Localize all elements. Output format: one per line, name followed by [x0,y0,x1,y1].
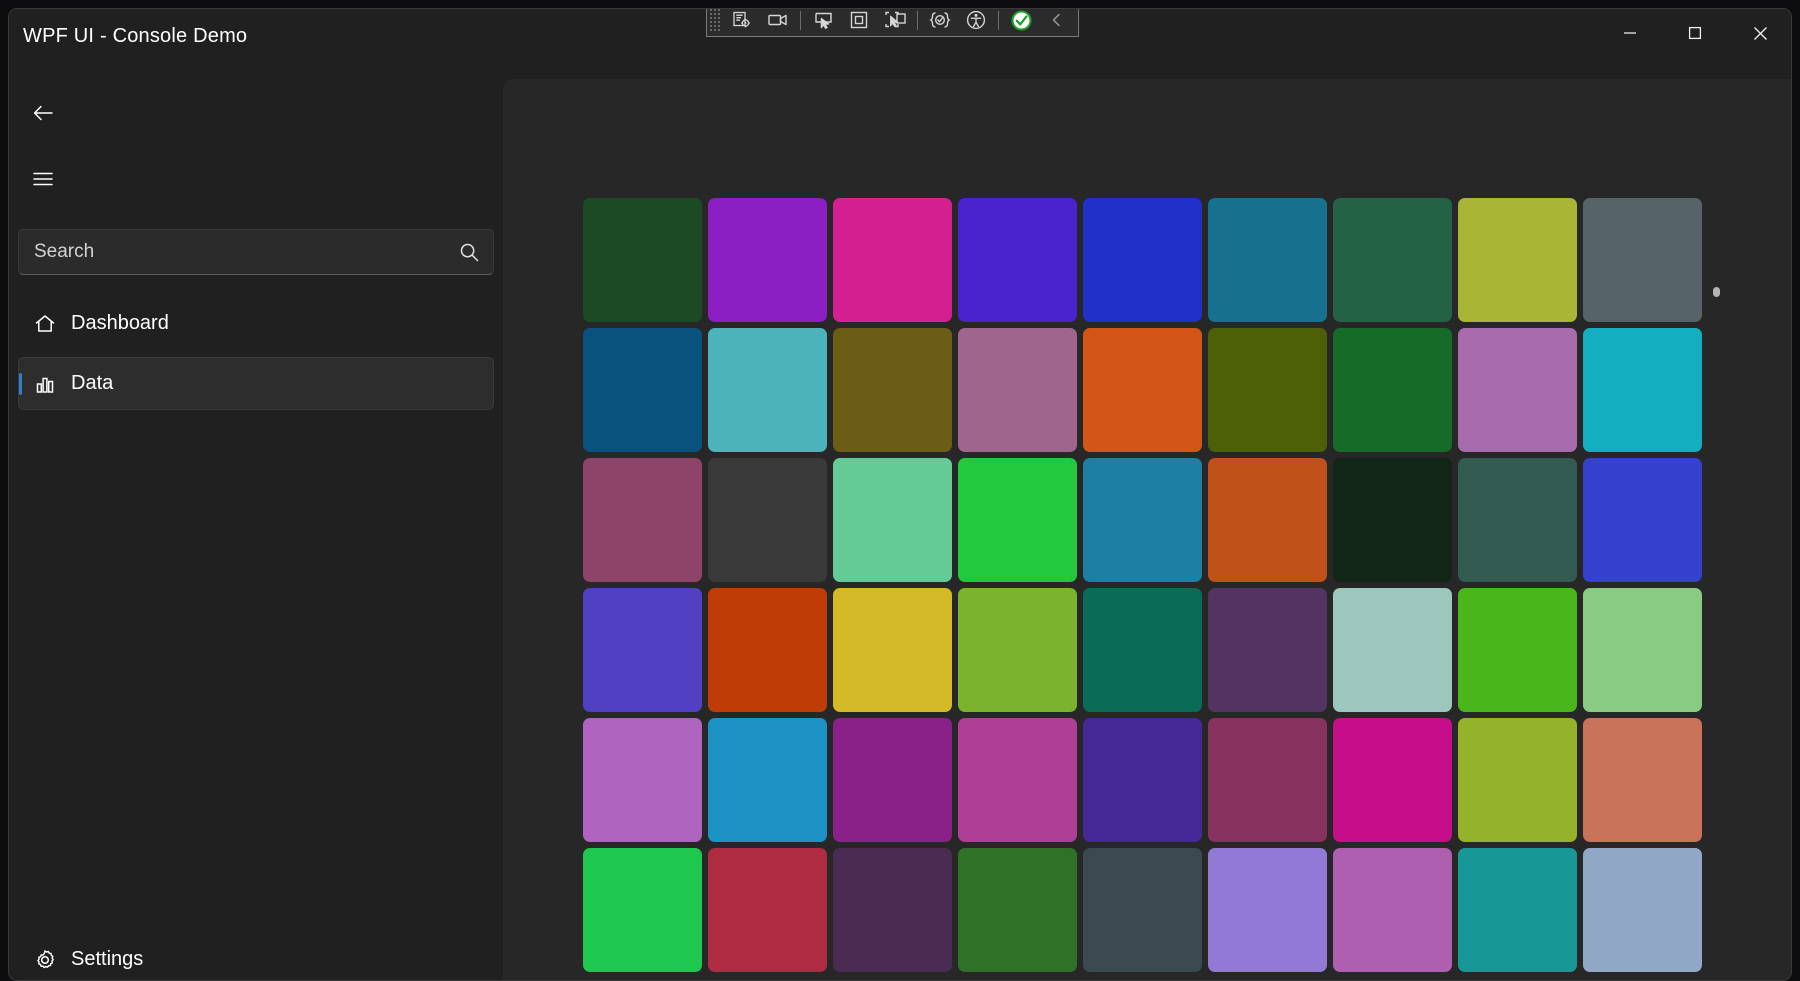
color-tile[interactable] [1208,328,1327,452]
toolbar-separator [800,10,801,30]
minimize-icon [1624,32,1636,34]
color-tile[interactable] [1333,718,1452,842]
maximize-icon [1688,26,1702,40]
color-tile[interactable] [1333,198,1452,322]
color-tile[interactable] [1083,588,1202,712]
color-tile[interactable] [1458,328,1577,452]
color-tile[interactable] [583,718,702,842]
color-tile[interactable] [708,848,827,972]
maximize-button[interactable] [1664,9,1726,57]
color-tile[interactable] [1083,198,1202,322]
color-tile[interactable] [708,458,827,582]
scroll-thumb[interactable] [1713,287,1720,297]
xaml-binding-failures-icon[interactable] [923,9,957,34]
color-tile[interactable] [1333,588,1452,712]
color-tile[interactable] [958,718,1077,842]
color-tile[interactable] [1458,588,1577,712]
color-tile[interactable] [583,458,702,582]
color-tile[interactable] [1208,718,1327,842]
color-tile[interactable] [1458,198,1577,322]
color-tile[interactable] [1458,848,1577,972]
color-tile[interactable] [1208,198,1327,322]
track-focused-element-icon[interactable] [878,9,912,34]
color-tile[interactable] [833,848,952,972]
color-tile[interactable] [1208,458,1327,582]
color-tile[interactable] [958,198,1077,322]
color-tile[interactable] [583,848,702,972]
color-tile[interactable] [833,588,952,712]
color-tile[interactable] [1333,328,1452,452]
home-icon [19,312,71,336]
sidebar-item-label: Settings [71,948,144,970]
color-tile[interactable] [708,588,827,712]
collapse-toolbar-icon[interactable] [1040,9,1074,34]
minimize-button[interactable] [1599,9,1661,57]
search-button[interactable] [445,230,493,274]
toolbar-separator [917,10,918,30]
search-box[interactable] [18,229,494,275]
toolbar-drag-handle[interactable] [709,9,721,32]
toolbar-separator [998,10,999,30]
color-tile[interactable] [1333,848,1452,972]
close-icon [1753,26,1767,40]
color-tile[interactable] [833,458,952,582]
color-tile[interactable] [708,328,827,452]
color-tile[interactable] [1458,458,1577,582]
color-tile[interactable] [1583,848,1702,972]
color-tile[interactable] [1333,458,1452,582]
sidebar-item-data[interactable]: Data [18,357,494,410]
record-icon[interactable] [761,9,795,34]
bar-chart-icon [19,372,71,396]
search-input[interactable] [19,241,445,263]
color-tile[interactable] [1083,848,1202,972]
sidebar-item-label: Dashboard [71,312,169,334]
color-tile[interactable] [958,588,1077,712]
selection-indicator [19,373,22,395]
gear-icon [19,948,71,972]
color-tile[interactable] [708,198,827,322]
status-ok-icon[interactable] [1004,9,1038,34]
color-tile[interactable] [833,328,952,452]
hamburger-icon [33,172,53,186]
sidebar-item-settings[interactable]: Settings [18,933,494,980]
hamburger-menu-button[interactable] [19,157,67,201]
go-to-live-visual-tree-icon[interactable] [725,9,759,34]
color-tile[interactable] [1083,458,1202,582]
color-tile[interactable] [958,848,1077,972]
color-tile[interactable] [1083,328,1202,452]
select-element-icon[interactable] [806,9,840,34]
color-tile[interactable] [1583,198,1702,322]
color-tile[interactable] [1583,458,1702,582]
color-tile[interactable] [583,198,702,322]
color-tile[interactable] [833,198,952,322]
navigation-sidebar: Dashboard Data Settings [9,71,503,980]
accessibility-checker-icon[interactable] [959,9,993,34]
sidebar-item-label: Data [71,372,114,394]
application-window: WPF UI - Console Demo Search Dashboard D… [8,8,1792,981]
color-tile[interactable] [708,718,827,842]
page-title: WPF UI - Console Demo [23,25,248,47]
content-panel [503,79,1791,980]
color-tile[interactable] [583,588,702,712]
close-button[interactable] [1729,9,1791,57]
color-tile[interactable] [1458,718,1577,842]
color-tile[interactable] [958,458,1077,582]
color-tile[interactable] [833,718,952,842]
sidebar-item-dashboard[interactable]: Dashboard [18,297,494,350]
search-icon [460,243,478,261]
color-tile[interactable] [1208,848,1327,972]
back-button[interactable] [19,91,67,135]
color-tile[interactable] [1083,718,1202,842]
color-swatch-grid [583,198,1702,972]
color-tile[interactable] [958,328,1077,452]
color-tile[interactable] [1583,718,1702,842]
visual-studio-diagnostic-toolbar [706,9,1079,37]
display-layout-adorner-icon[interactable] [842,9,876,34]
color-tile[interactable] [1583,328,1702,452]
back-icon [33,105,53,121]
color-tile[interactable] [1583,588,1702,712]
color-tile[interactable] [1208,588,1327,712]
color-tile[interactable] [583,328,702,452]
